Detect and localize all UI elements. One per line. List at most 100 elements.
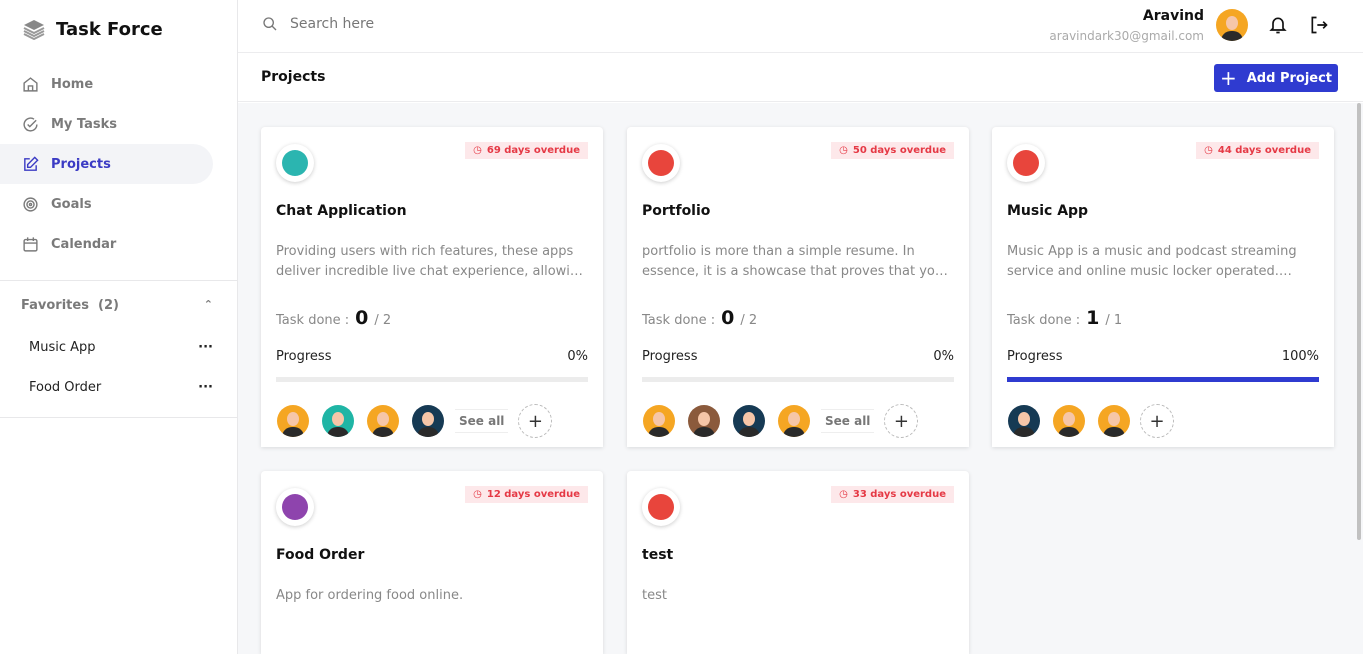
topbar: Search here Aravind aravindark30@gmail.c… [238, 0, 1363, 53]
sidebar-item-home[interactable]: Home [0, 64, 213, 104]
project-card[interactable]: ◷ 33 days overdue test test [627, 471, 969, 654]
divider [0, 280, 237, 281]
progress-value: 0% [933, 349, 954, 364]
task-done-label: Task done : [276, 313, 350, 328]
member-list: See all + [643, 404, 919, 438]
favorites-header[interactable]: Favorites (2) ⌃ [21, 298, 213, 313]
sidebar-item-projects[interactable]: Projects [0, 144, 213, 184]
project-card[interactable]: ◷ 69 days overdue Chat Application Provid… [261, 127, 603, 447]
member-avatar[interactable] [322, 405, 354, 437]
member-avatar[interactable] [1053, 405, 1085, 437]
member-avatar[interactable] [688, 405, 720, 437]
progress-fill [1007, 377, 1319, 382]
project-icon [1007, 144, 1045, 182]
divider [0, 417, 237, 418]
add-project-button[interactable]: + Add Project [1214, 64, 1338, 92]
sidebar-item-goals[interactable]: Goals [0, 184, 213, 224]
project-description: App for ordering food online. [276, 588, 464, 603]
task-total: / 2 [740, 313, 758, 328]
project-description: portfolio is more than a simple resume. … [642, 244, 944, 279]
avatar[interactable] [1216, 9, 1248, 41]
add-member-button[interactable]: + [884, 404, 919, 438]
add-member-button[interactable]: + [1140, 404, 1174, 438]
plus-icon: + [527, 410, 543, 432]
member-avatar[interactable] [367, 405, 399, 437]
user-area: Aravind aravindark30@gmail.com [963, 0, 1363, 52]
project-icon [642, 488, 680, 526]
clock-icon: ◷ [839, 145, 848, 156]
page-title: Projects [261, 69, 326, 85]
member-avatar[interactable] [643, 405, 675, 437]
chevron-up-icon[interactable]: ⌃ [204, 298, 213, 313]
favorites-label: Favorites [21, 298, 89, 313]
bell-icon[interactable] [1268, 15, 1288, 35]
project-title[interactable]: Chat Application [276, 203, 407, 219]
clock-icon: ◷ [473, 489, 482, 500]
progress-label: Progress [1007, 349, 1063, 364]
progress-bar [642, 377, 954, 382]
overdue-text: 50 days overdue [852, 145, 946, 156]
overdue-text: 69 days overdue [486, 145, 580, 156]
overdue-badge: ◷ 69 days overdue [465, 142, 588, 159]
clock-icon: ◷ [1204, 145, 1213, 156]
progress-value: 100% [1281, 349, 1319, 364]
favorite-item[interactable]: Music App ··· [29, 340, 213, 355]
calendar-icon [23, 236, 38, 252]
overdue-badge: ◷ 12 days overdue [465, 486, 588, 503]
sidebar: Task Force Home My Tasks Projects Goals … [0, 0, 238, 654]
app-title: Task Force [56, 18, 163, 40]
stack-icon [23, 20, 45, 40]
overdue-badge: ◷ 33 days overdue [831, 486, 954, 503]
project-title[interactable]: test [642, 547, 673, 563]
progress-row: Progress 0% [276, 349, 588, 364]
project-card[interactable]: ◷ 44 days overdue Music App Music App is … [992, 127, 1334, 447]
member-avatar[interactable] [733, 405, 765, 437]
sidebar-item-label: My Tasks [51, 116, 118, 132]
user-name: Aravind [1142, 8, 1204, 24]
logo[interactable]: Task Force [22, 18, 163, 40]
favorite-item[interactable]: Food Order ··· [29, 380, 213, 395]
project-description: Music App is a music and podcast streami… [1007, 244, 1297, 279]
project-card[interactable]: ◷ 12 days overdue Food Order App for orde… [261, 471, 603, 654]
overdue-badge: ◷ 50 days overdue [831, 142, 954, 159]
add-member-button[interactable]: + [518, 404, 553, 438]
favorites-count: (2) [98, 298, 119, 313]
see-all-button[interactable]: See all [455, 409, 509, 433]
see-all-button[interactable]: See all [821, 409, 875, 433]
member-avatar[interactable] [1008, 405, 1040, 437]
search-input[interactable]: Search here [290, 16, 374, 32]
page-header: Projects + Add Project [238, 53, 1363, 102]
project-title[interactable]: Portfolio [642, 203, 710, 219]
clock-icon: ◷ [839, 489, 848, 500]
member-avatar[interactable] [778, 405, 810, 437]
edit-icon [24, 155, 39, 171]
search-box[interactable]: Search here [262, 16, 374, 32]
scrollbar[interactable] [1357, 103, 1361, 540]
sidebar-item-calendar[interactable]: Calendar [0, 224, 213, 264]
sidebar-item-label: Home [51, 76, 94, 92]
projects-grid: ◷ 69 days overdue Chat Application Provid… [238, 103, 1363, 654]
overdue-badge: ◷ 44 days overdue [1196, 142, 1319, 159]
more-icon[interactable]: ··· [198, 380, 213, 395]
task-done-label: Task done : [642, 313, 716, 328]
project-title[interactable]: Food Order [276, 547, 364, 563]
plus-icon: + [1149, 410, 1165, 432]
logout-icon[interactable] [1309, 15, 1329, 35]
project-title[interactable]: Music App [1007, 203, 1088, 219]
more-icon[interactable]: ··· [198, 340, 213, 355]
task-done-label: Task done : [1007, 313, 1081, 328]
sidebar-item-my-tasks[interactable]: My Tasks [0, 104, 213, 144]
progress-bar [1007, 377, 1319, 382]
home-icon [23, 76, 38, 92]
favorite-label: Food Order [29, 380, 102, 395]
project-card[interactable]: ◷ 50 days overdue Portfolio portfolio is … [627, 127, 969, 447]
sidebar-item-label: Calendar [51, 236, 117, 252]
task-done: Task done : 1 / 1 [1007, 307, 1122, 329]
member-avatar[interactable] [1098, 405, 1130, 437]
task-done-count: 1 [1086, 307, 1100, 329]
member-avatar[interactable] [277, 405, 309, 437]
task-total: / 1 [1105, 313, 1123, 328]
overdue-text: 12 days overdue [486, 489, 580, 500]
task-done-count: 0 [355, 307, 369, 329]
member-avatar[interactable] [412, 405, 444, 437]
